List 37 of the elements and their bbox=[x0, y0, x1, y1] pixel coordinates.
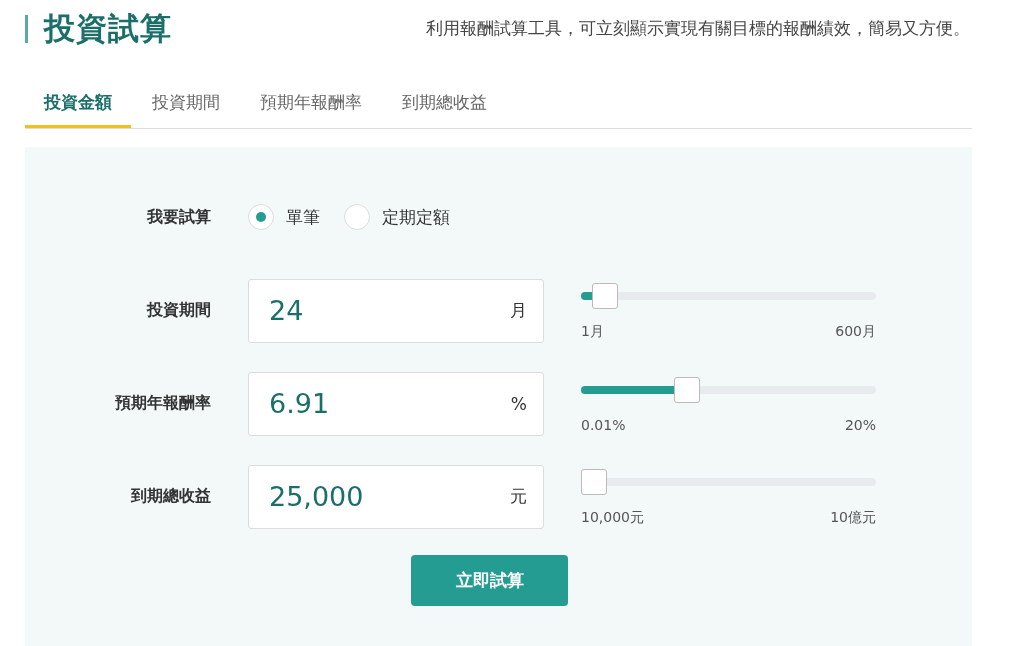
field-label: 到期總收益 bbox=[130, 486, 211, 507]
radio-button[interactable] bbox=[344, 204, 370, 230]
tab[interactable]: 投資期間 bbox=[133, 80, 239, 128]
field-value[interactable]: 24 bbox=[267, 294, 510, 327]
slider-handle[interactable] bbox=[591, 283, 618, 309]
slider[interactable] bbox=[581, 469, 876, 495]
page-description: 利用報酬試算工具，可立刻顯示實現有關目標的報酬績效，簡易又方便。 bbox=[426, 18, 970, 40]
radio-button[interactable] bbox=[248, 204, 274, 230]
slider-handle[interactable] bbox=[581, 469, 607, 495]
field-label: 我要試算 bbox=[146, 206, 211, 228]
unit-label: 元 bbox=[510, 485, 527, 508]
slider-min-label: 10,000元 bbox=[581, 509, 644, 527]
slider-max-label: 20% bbox=[844, 417, 876, 433]
tab[interactable]: 預期年報酬率 bbox=[241, 80, 381, 128]
field-label: 投資期間 bbox=[145, 300, 211, 321]
slider-min-label: 0.01% bbox=[581, 417, 626, 433]
title-accent-bar bbox=[25, 15, 28, 43]
field-value[interactable]: 6.91 bbox=[267, 387, 511, 420]
tab[interactable]: 投資金額 bbox=[25, 80, 131, 128]
slider-handle[interactable] bbox=[674, 377, 701, 403]
slider-max-label: 600月 bbox=[835, 323, 876, 341]
page-title: 投資試算 bbox=[44, 9, 172, 48]
slider[interactable] bbox=[581, 377, 876, 403]
slider-max-label: 10億元 bbox=[830, 509, 876, 527]
calculate-button[interactable]: 立即試算 bbox=[411, 555, 568, 606]
radio-option[interactable]: 定期定額 bbox=[344, 204, 450, 230]
tab[interactable]: 到期總收益 bbox=[383, 80, 506, 128]
field-value[interactable]: 25,000 bbox=[267, 480, 510, 513]
input-field[interactable]: 24 月 bbox=[248, 278, 544, 343]
unit-label: % bbox=[510, 393, 527, 414]
radio-option[interactable]: 單筆 bbox=[248, 204, 320, 230]
input-field[interactable]: 6.91 % bbox=[248, 371, 544, 436]
input-field[interactable]: 25,000 元 bbox=[248, 464, 544, 529]
slider-min-label: 1月 bbox=[581, 323, 604, 341]
unit-label: 月 bbox=[510, 299, 527, 322]
slider[interactable] bbox=[581, 283, 876, 309]
field-label: 預期年報酬率 bbox=[114, 393, 211, 414]
